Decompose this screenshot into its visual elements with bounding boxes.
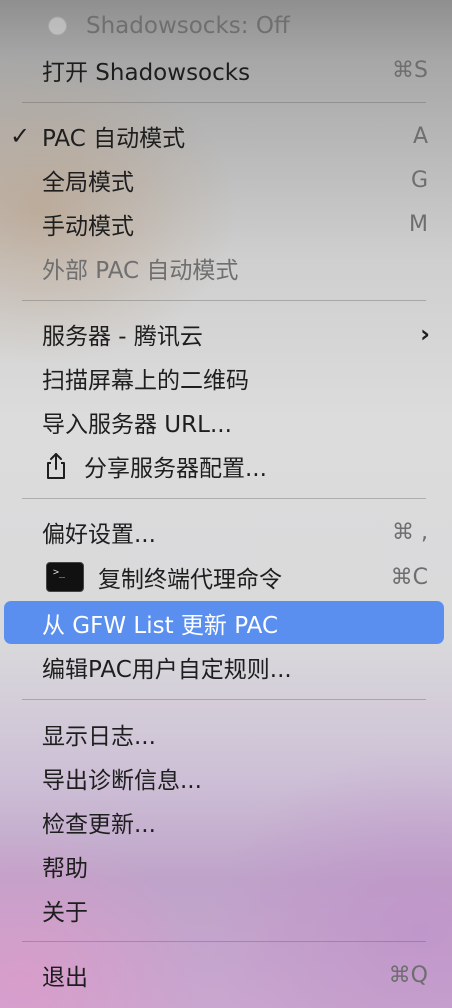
status-bar-menu: Shadowsocks: Off 打开 Shadowsocks ⌘S ✓ PAC…: [0, 0, 452, 1008]
export-diagnostics-label: 导出诊断信息...: [42, 768, 202, 794]
separator: [22, 699, 426, 700]
manual-mode-item[interactable]: 手动模式 M: [4, 204, 444, 244]
pac-auto-mode-shortcut: A: [412, 123, 428, 149]
preferences-label: 偏好设置...: [42, 522, 156, 548]
open-shadowsocks-label: 打开 Shadowsocks: [42, 60, 251, 86]
external-pac-mode-item: 外部 PAC 自动模式: [4, 248, 444, 288]
export-diagnostics-item[interactable]: 导出诊断信息...: [4, 758, 444, 798]
edit-pac-rules-label: 编辑PAC用户自定规则...: [42, 657, 292, 683]
separator: [22, 941, 426, 942]
global-mode-item[interactable]: 全局模式 G: [4, 160, 444, 200]
show-log-item[interactable]: 显示日志...: [4, 714, 444, 754]
chevron-right-icon: ›: [420, 320, 430, 348]
preferences-shortcut: ⌘ ,: [392, 519, 428, 545]
copy-proxy-command-shortcut: ⌘C: [390, 564, 428, 590]
open-shadowsocks-item[interactable]: 打开 Shadowsocks ⌘S: [4, 50, 444, 90]
separator: [22, 300, 426, 301]
help-label: 帮助: [42, 856, 88, 882]
share-config-label: 分享服务器配置...: [84, 456, 267, 482]
share-icon: [47, 453, 65, 479]
manual-mode-shortcut: M: [409, 211, 428, 237]
about-item[interactable]: 关于: [4, 890, 444, 930]
quit-shortcut: ⌘Q: [388, 962, 428, 988]
show-log-label: 显示日志...: [42, 724, 156, 750]
external-pac-mode-label: 外部 PAC 自动模式: [42, 258, 239, 284]
check-update-item[interactable]: 检查更新...: [4, 802, 444, 842]
manual-mode-label: 手动模式: [42, 214, 134, 240]
terminal-icon: >_: [46, 562, 84, 592]
update-pac-label: 从 GFW List 更新 PAC: [42, 612, 279, 639]
global-mode-label: 全局模式: [42, 170, 134, 196]
edit-pac-rules-item[interactable]: 编辑PAC用户自定规则...: [4, 647, 444, 687]
pac-auto-mode-item[interactable]: ✓ PAC 自动模式 A: [4, 116, 444, 156]
status-item: Shadowsocks: Off: [4, 6, 444, 46]
status-label: Shadowsocks: Off: [86, 13, 290, 39]
import-url-label: 导入服务器 URL...: [42, 412, 232, 438]
status-indicator-icon: [48, 16, 67, 36]
scan-qr-label: 扫描屏幕上的二维码: [42, 368, 249, 394]
separator: [22, 102, 426, 103]
copy-proxy-command-item[interactable]: >_ 复制终端代理命令 ⌘C: [4, 557, 444, 597]
import-url-item[interactable]: 导入服务器 URL...: [4, 402, 444, 442]
preferences-item[interactable]: 偏好设置... ⌘ ,: [4, 512, 444, 552]
separator: [22, 498, 426, 499]
share-config-item[interactable]: 分享服务器配置...: [4, 446, 444, 486]
open-shadowsocks-shortcut: ⌘S: [392, 57, 428, 83]
quit-item[interactable]: 退出 ⌘Q: [4, 955, 444, 995]
pac-auto-mode-label: PAC 自动模式: [42, 126, 186, 152]
update-pac-from-gfwlist-item[interactable]: 从 GFW List 更新 PAC: [4, 601, 444, 644]
global-mode-shortcut: G: [410, 167, 428, 193]
help-item[interactable]: 帮助: [4, 846, 444, 886]
server-label: 服务器 - 腾讯云: [42, 324, 203, 350]
scan-qr-item[interactable]: 扫描屏幕上的二维码: [4, 358, 444, 398]
check-update-label: 检查更新...: [42, 812, 156, 838]
about-label: 关于: [42, 900, 88, 926]
quit-label: 退出: [42, 965, 88, 991]
copy-proxy-command-label: 复制终端代理命令: [98, 567, 282, 593]
checkmark-icon: ✓: [10, 122, 31, 150]
server-submenu-item[interactable]: 服务器 - 腾讯云 ›: [4, 314, 444, 354]
